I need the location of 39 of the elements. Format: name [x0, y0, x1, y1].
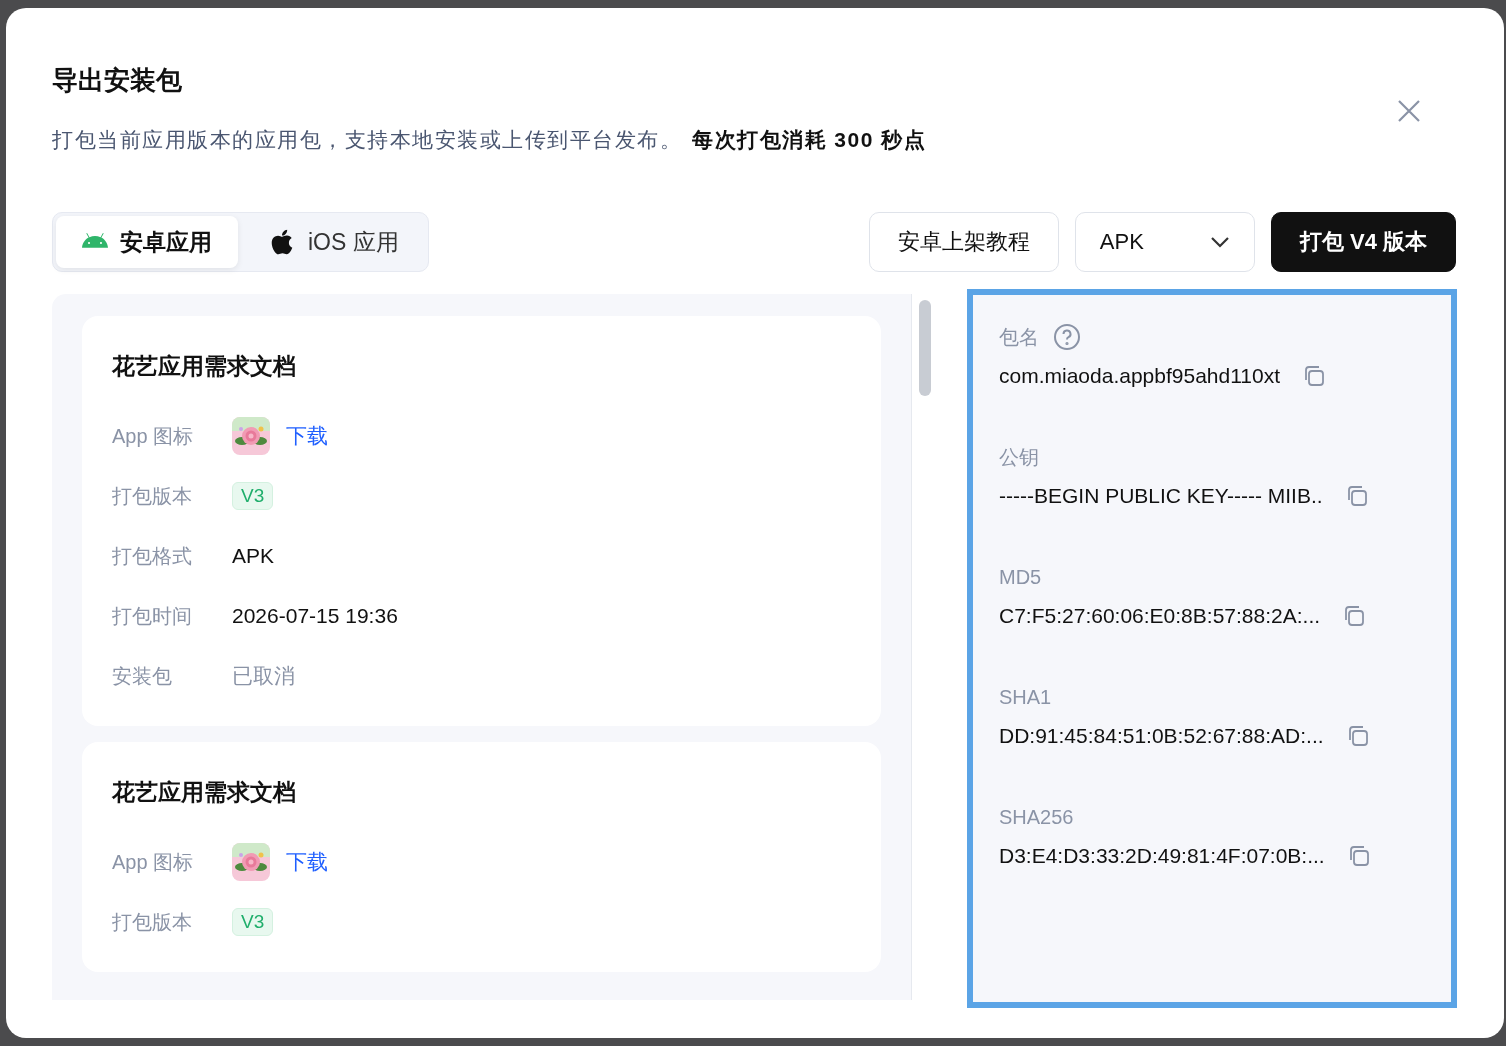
field-label: App 图标 — [112, 423, 195, 449]
copy-icon[interactable] — [1302, 364, 1326, 388]
copy-icon[interactable] — [1342, 604, 1367, 628]
info-value: com.miaoda.appbf95ahd110xt — [999, 364, 1280, 388]
status-value: 已取消 — [232, 663, 295, 689]
chevron-down-icon — [1209, 236, 1230, 248]
platform-tab[interactable]: 安卓应用 — [56, 216, 238, 268]
platform-tab[interactable]: iOS 应用 — [242, 216, 425, 268]
info-value: -----BEGIN PUBLIC KEY----- MIIB.. — [999, 484, 1323, 508]
info-label: 公钥 — [999, 444, 1039, 470]
info-value: DD:91:45:84:51:0B:52:67:88:AD:... — [999, 724, 1324, 748]
info-value: D3:E4:D3:33:2D:49:81:4F:07:0B:... — [999, 844, 1325, 868]
build-button[interactable]: 打包 V4 版本 — [1270, 212, 1456, 272]
field-label: 打包时间 — [112, 603, 193, 629]
build-title: 花艺应用需求文档 — [112, 352, 297, 381]
info-label: SHA1 — [999, 685, 1052, 709]
dialog-description: 打包当前应用版本的应用包，支持本地安装或上传到平台发布。 每次打包消耗 300 秒点 — [52, 127, 927, 153]
info-label: MD5 — [999, 565, 1042, 589]
download-link[interactable]: 下载 — [286, 422, 328, 450]
info-value: C7:F5:27:60:06:E0:8B:57:88:2A:... — [999, 604, 1321, 628]
field-label: 打包版本 — [112, 909, 193, 935]
field-label: App 图标 — [112, 849, 195, 875]
field-label: 打包格式 — [112, 543, 193, 569]
build-title: 花艺应用需求文档 — [112, 778, 297, 807]
help-icon[interactable] — [1053, 323, 1081, 351]
field-value: APK — [232, 544, 275, 568]
field-value: 2026-07-15 19:36 — [232, 604, 398, 628]
version-tag: V3 — [232, 482, 274, 510]
field-label: 打包版本 — [112, 483, 193, 509]
version-tag: V3 — [232, 908, 274, 936]
close-icon[interactable] — [1396, 98, 1422, 124]
format-select[interactable]: APK — [1074, 212, 1255, 272]
info-label: 包名 — [999, 324, 1039, 350]
scrollbar-thumb[interactable] — [919, 300, 931, 396]
download-link[interactable]: 下载 — [286, 848, 328, 876]
guide-button[interactable]: 安卓上架教程 — [868, 212, 1059, 272]
field-label: 安装包 — [112, 663, 173, 689]
info-label: SHA256 — [999, 805, 1074, 829]
dialog-title: 导出安装包 — [52, 64, 183, 96]
